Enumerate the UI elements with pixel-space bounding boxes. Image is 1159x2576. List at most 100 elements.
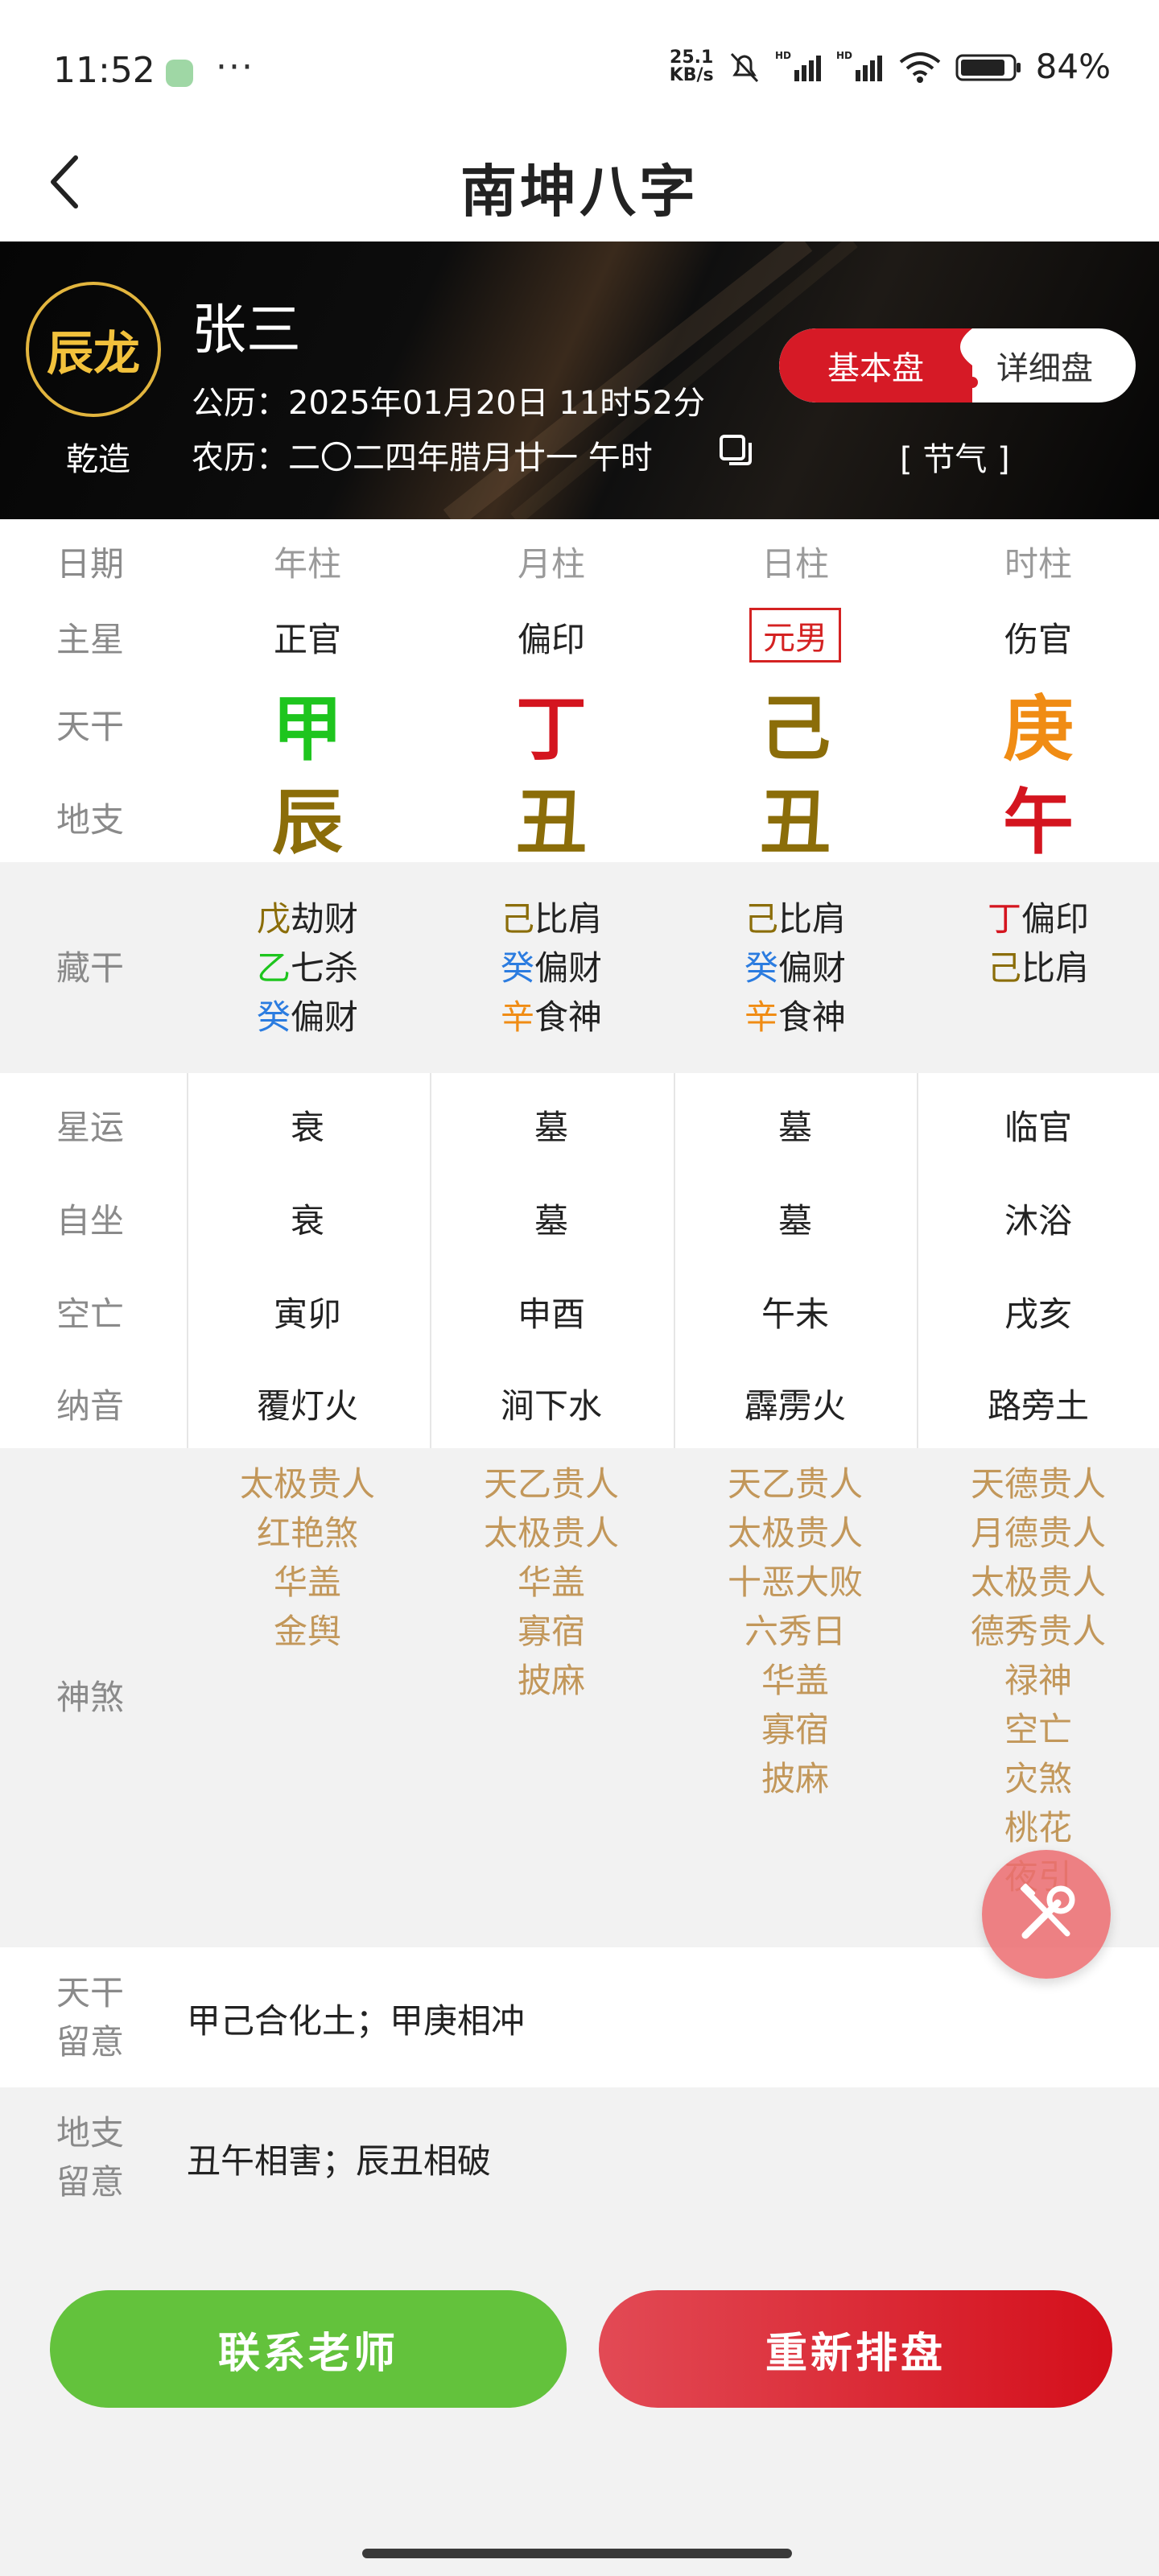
network-speed: 25.1 KB/s (669, 47, 714, 85)
tools-icon (1020, 1883, 1075, 1939)
battery-icon (955, 54, 1021, 80)
main-star-month: 偏印 (517, 620, 585, 659)
main-star-year: 正官 (273, 620, 341, 659)
hidden-stem-item: 乙七杀 (187, 943, 428, 993)
label-stem: 天干 (56, 707, 125, 746)
shensha-item: 太极贵人 (970, 1563, 1106, 1602)
stem-day: 己 (759, 687, 831, 770)
pillars-main-section: 日期 主星 天干 地支 年柱 月柱 日柱 时柱 正官 偏印 元男 伤官 甲 丁 … (0, 519, 1159, 864)
hidden-stem-char: 癸 (500, 948, 534, 988)
mute-bell-icon (730, 52, 758, 82)
tools-fab-button[interactable] (982, 1850, 1111, 1979)
home-indicator[interactable] (362, 2549, 792, 2558)
zodiac-badge: 辰龙 (26, 282, 161, 417)
shensha-hour: 天德贵人月德贵人太极贵人德秀贵人禄神空亡灾煞桃花夜引 (918, 1459, 1159, 1901)
shensha-day: 天乙贵人 太极贵人 十恶大败 六秀日 华盖 寡宿 披麻 (674, 1459, 916, 1803)
shensha-item: 禄神 (1004, 1661, 1072, 1700)
hidden-stem-item: 丁偏印 (918, 894, 1159, 943)
rearrange-chart-button[interactable]: 重新排盘 (599, 2290, 1112, 2408)
shensha-item: 灾煞 (1004, 1759, 1072, 1798)
label-hidden-stems: 藏干 (56, 948, 125, 988)
hidden-stem-god: 偏财 (291, 997, 359, 1037)
status-indicators: 25.1 KB/s HD HD 84% (670, 47, 1111, 86)
header-year: 年柱 (273, 544, 341, 584)
shensha-item: 月德贵人 (970, 1513, 1106, 1553)
shensha-item: 金舆 (273, 1612, 341, 1651)
star-luck-day: 墓 (777, 1108, 812, 1147)
branch-hour: 午 (1002, 781, 1074, 864)
shensha-year: 太极贵人 红艳煞 华盖 金舆 (187, 1459, 428, 1656)
label-shensha: 神煞 (56, 1678, 125, 1717)
lunar-date: 农历：二〇二四年腊月廿一 午时 (192, 440, 653, 477)
contact-teacher-button[interactable]: 联系老师 (50, 2290, 567, 2408)
shensha-item: 寡宿 (517, 1612, 585, 1651)
hidden-stem-char: 己 (500, 899, 534, 939)
branch-month: 丑 (515, 781, 587, 864)
hidden-stem-god: 比肩 (534, 899, 603, 939)
hidden-stem-char: 己 (987, 948, 1021, 988)
hidden-stem-god: 比肩 (1021, 948, 1090, 988)
shensha-item: 寡宿 (761, 1710, 829, 1749)
hidden-stem-char: 丁 (987, 899, 1021, 939)
solar-terms-link[interactable]: [ 节气 ] (900, 433, 1010, 480)
label-nayin: 纳音 (56, 1386, 125, 1426)
solar-date: 公历：2025年01月20日 11时52分 (192, 385, 706, 422)
label-self-sit: 自坐 (56, 1201, 125, 1241)
hidden-stems-month: 己比肩 癸偏财 辛食神 (431, 894, 672, 1042)
shensha-item: 披麻 (761, 1759, 829, 1798)
branch-day: 丑 (759, 781, 831, 864)
shensha-month: 天乙贵人 太极贵人 华盖 寡宿 披麻 (431, 1459, 672, 1705)
shensha-item: 太极贵人 (727, 1513, 863, 1553)
gender-label: 乾造 (66, 441, 130, 478)
hidden-stem-item: 戊劫财 (187, 894, 428, 943)
hidden-stem-item: 己比肩 (918, 943, 1159, 993)
copy-icon[interactable] (716, 431, 755, 470)
hidden-stem-god: 食神 (778, 997, 847, 1037)
header-hour: 时柱 (1004, 544, 1072, 584)
shensha-item: 桃花 (1004, 1808, 1072, 1847)
hidden-stem-item: 癸偏财 (674, 943, 916, 993)
nayin-year: 覆灯火 (256, 1386, 358, 1426)
nayin-day: 霹雳火 (744, 1386, 846, 1426)
main-star-hour: 伤官 (1004, 620, 1072, 659)
chart-mode-toggle[interactable]: 基本盘 详细盘 (779, 328, 1136, 402)
self-sit-year: 衰 (290, 1201, 324, 1241)
shensha-item: 华盖 (517, 1563, 585, 1602)
shensha-item: 天乙贵人 (483, 1464, 619, 1504)
void-hour: 戌亥 (1004, 1294, 1072, 1334)
label-branch: 地支 (56, 800, 125, 840)
hidden-stem-god: 偏财 (534, 948, 603, 988)
hidden-stem-god: 食神 (534, 997, 603, 1037)
hidden-stems-section: 藏干 戊劫财 乙七杀 癸偏财 己比肩 癸偏财 辛食神 己比肩 癸偏财 辛食神 丁偏印 己比肩 (0, 862, 1159, 1073)
yinyang-icon (960, 328, 1004, 402)
shensha-item: 天德贵人 (970, 1464, 1106, 1504)
shensha-item: 天乙贵人 (727, 1464, 863, 1504)
hidden-stem-char: 辛 (744, 997, 778, 1037)
shensha-item: 德秀贵人 (970, 1612, 1106, 1651)
hidden-stem-char: 癸 (256, 997, 291, 1037)
hidden-stem-god: 七杀 (291, 948, 359, 988)
hidden-stems-day: 己比肩 癸偏财 辛食神 (674, 894, 916, 1042)
shensha-item: 披麻 (517, 1661, 585, 1700)
hidden-stem-char: 辛 (500, 997, 534, 1037)
stem-month: 丁 (515, 687, 587, 770)
detailed-chart-tab[interactable]: 详细盘 (996, 328, 1136, 402)
self-sit-hour: 沐浴 (1004, 1201, 1072, 1241)
shensha-item: 华盖 (273, 1563, 341, 1602)
star-luck-month: 墓 (534, 1108, 568, 1147)
branch-notes-section: 地支 留意 丑午相害；辰丑相破 (0, 2087, 1159, 2227)
page-title: 南坤八字 (460, 159, 699, 225)
branch-notes-text: 丑午相害；辰丑相破 (187, 2141, 492, 2181)
hidden-stems-hour: 丁偏印 己比肩 (918, 894, 1159, 993)
hidden-stem-item: 己比肩 (431, 894, 672, 943)
star-luck-year: 衰 (290, 1108, 324, 1147)
pillars-detail-section: 星运 自坐 空亡 纳音 衰 墓 墓 临官 衰 墓 墓 沐浴 寅卯 申酉 午未 戌… (0, 1073, 1159, 1448)
hidden-stem-god: 偏财 (778, 948, 847, 988)
shensha-section: 神煞 太极贵人 红艳煞 华盖 金舆 天乙贵人 太极贵人 华盖 寡宿 披麻 天乙贵人 太极贵人 十恶… (0, 1448, 1159, 1947)
label-main-star: 主星 (56, 620, 125, 659)
nayin-month: 涧下水 (500, 1386, 602, 1426)
stem-notes-label: 天干 留意 (56, 1973, 125, 2062)
hidden-stem-item: 癸偏财 (431, 943, 672, 993)
void-month: 申酉 (517, 1294, 585, 1334)
void-year: 寅卯 (273, 1294, 341, 1334)
